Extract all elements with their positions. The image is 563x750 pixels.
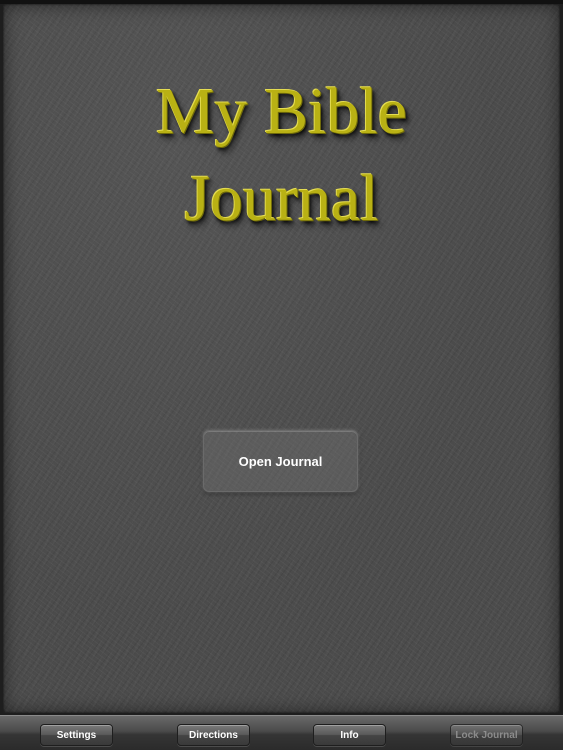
journal-cover: My Bible Journal Open Journal bbox=[3, 4, 560, 713]
info-button[interactable]: Info bbox=[313, 724, 386, 746]
bottom-toolbar: Settings Directions Info Lock Journal bbox=[0, 715, 563, 750]
lock-journal-button[interactable]: Lock Journal bbox=[450, 724, 523, 746]
open-journal-button[interactable]: Open Journal bbox=[203, 430, 358, 492]
settings-button[interactable]: Settings bbox=[40, 724, 113, 746]
title-line-2: Journal bbox=[184, 162, 379, 235]
directions-button[interactable]: Directions bbox=[177, 724, 250, 746]
app-screen: My Bible Journal Open Journal Settings D… bbox=[0, 0, 563, 750]
title-line-1: My Bible bbox=[155, 75, 408, 148]
